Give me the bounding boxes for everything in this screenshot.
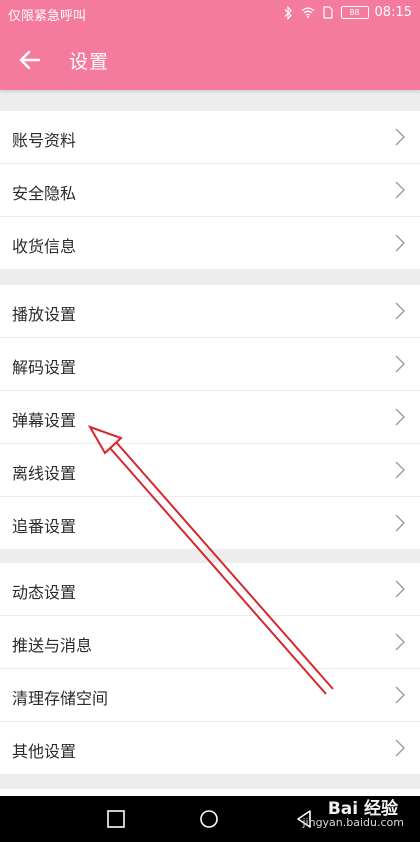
settings-row-danmaku[interactable]: 弹幕设置 [0,391,420,444]
sim-icon [321,6,335,20]
home-button[interactable] [199,809,219,829]
settings-row-bangumi-follow[interactable]: 追番设置 [0,497,420,549]
settings-group-account: 账号资料 安全隐私 收货信息 [0,111,420,269]
carrier-text: 仅限紧急呼叫 [8,9,87,24]
chevron-right-icon [395,514,405,532]
back-button[interactable] [12,42,48,78]
row-label: 离线设置 [12,464,77,483]
app-bar: 设置 [0,28,420,90]
settings-row-offline[interactable]: 离线设置 [0,444,420,497]
status-icons: 88 08:15 [281,5,412,20]
recent-apps-button[interactable] [106,809,126,829]
status-bar: 仅限紧急呼叫 88 08:15 [0,0,420,28]
row-label: 收货信息 [12,237,77,256]
wifi-icon [301,6,315,20]
back-nav-button[interactable] [294,809,314,829]
row-label: 清理存储空间 [12,689,109,708]
settings-row-other[interactable]: 其他设置 [0,722,420,774]
settings-row-account-profile[interactable]: 账号资料 [0,111,420,164]
chevron-right-icon [395,739,405,757]
settings-row-push-messages[interactable]: 推送与消息 [0,616,420,669]
row-label: 播放设置 [12,305,77,324]
battery-indicator: 88 [340,6,369,19]
settings-row-dynamic[interactable]: 动态设置 [0,563,420,616]
chevron-right-icon [395,302,405,320]
chevron-right-icon [395,128,405,146]
settings-row-playback[interactable]: 播放设置 [0,285,420,338]
settings-group-other: 动态设置 推送与消息 清理存储空间 其他设置 [0,563,420,774]
system-nav-bar [0,796,420,842]
settings-row-clear-storage[interactable]: 清理存储空间 [0,669,420,722]
arrow-left-icon [19,50,41,70]
settings-row-security-privacy[interactable]: 安全隐私 [0,164,420,217]
row-label: 解码设置 [12,358,77,377]
row-label: 推送与消息 [12,636,93,655]
chevron-right-icon [395,580,405,598]
chevron-right-icon [395,234,405,252]
chevron-right-icon [395,686,405,704]
settings-group-partial [0,789,420,796]
clock: 08:15 [374,5,412,20]
row-label: 动态设置 [12,583,77,602]
settings-group-playback: 播放设置 解码设置 弹幕设置 离线设置 追番设置 [0,285,420,549]
chevron-right-icon [395,355,405,373]
row-label: 安全隐私 [12,184,77,203]
chevron-right-icon [395,408,405,426]
chevron-right-icon [395,181,405,199]
row-label: 追番设置 [12,517,77,536]
settings-row-decoding[interactable]: 解码设置 [0,338,420,391]
settings-row-shipping-info[interactable]: 收货信息 [0,217,420,269]
row-label: 弹幕设置 [12,411,77,430]
chevron-right-icon [395,461,405,479]
row-label: 其他设置 [12,742,77,761]
row-label: 账号资料 [12,131,77,150]
page-title: 设置 [69,51,110,73]
bluetooth-icon [281,5,295,20]
chevron-right-icon [395,633,405,651]
